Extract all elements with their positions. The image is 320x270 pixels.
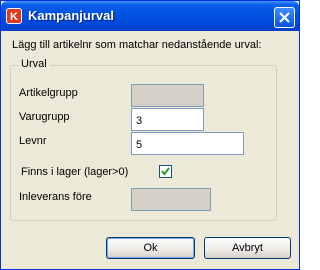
cancel-button[interactable]: Avbryt (204, 237, 291, 259)
checkmark-icon (161, 167, 170, 176)
window-title: Kampanjurval (28, 8, 114, 23)
instruction-text: Lägg till artikelnr som matchar nedanstå… (12, 39, 262, 51)
ok-button[interactable]: Ok (106, 237, 195, 259)
inleverans-fore-field[interactable] (131, 188, 211, 211)
finns-i-lager-label: Finns i lager (lager>0) (21, 166, 129, 178)
inleverans-fore-label: Inleverans före (19, 191, 92, 203)
title-bar[interactable]: K Kampanjurval (1, 1, 299, 31)
urval-legend: Urval (18, 58, 50, 70)
artikelgrupp-field[interactable] (131, 84, 204, 107)
varugrupp-field[interactable]: 3 (131, 108, 204, 131)
finns-i-lager-checkbox[interactable] (159, 165, 172, 178)
levnr-label: Levnr (19, 135, 47, 147)
dialog-window: K Kampanjurval Lägg till artikelnr som m… (0, 0, 300, 270)
artikelgrupp-label: Artikelgrupp (19, 87, 78, 99)
varugrupp-label: Varugrupp (19, 111, 70, 123)
close-icon (279, 12, 290, 23)
close-button[interactable] (274, 7, 295, 28)
app-icon: K (6, 8, 22, 24)
levnr-field[interactable]: 5 (131, 132, 244, 155)
